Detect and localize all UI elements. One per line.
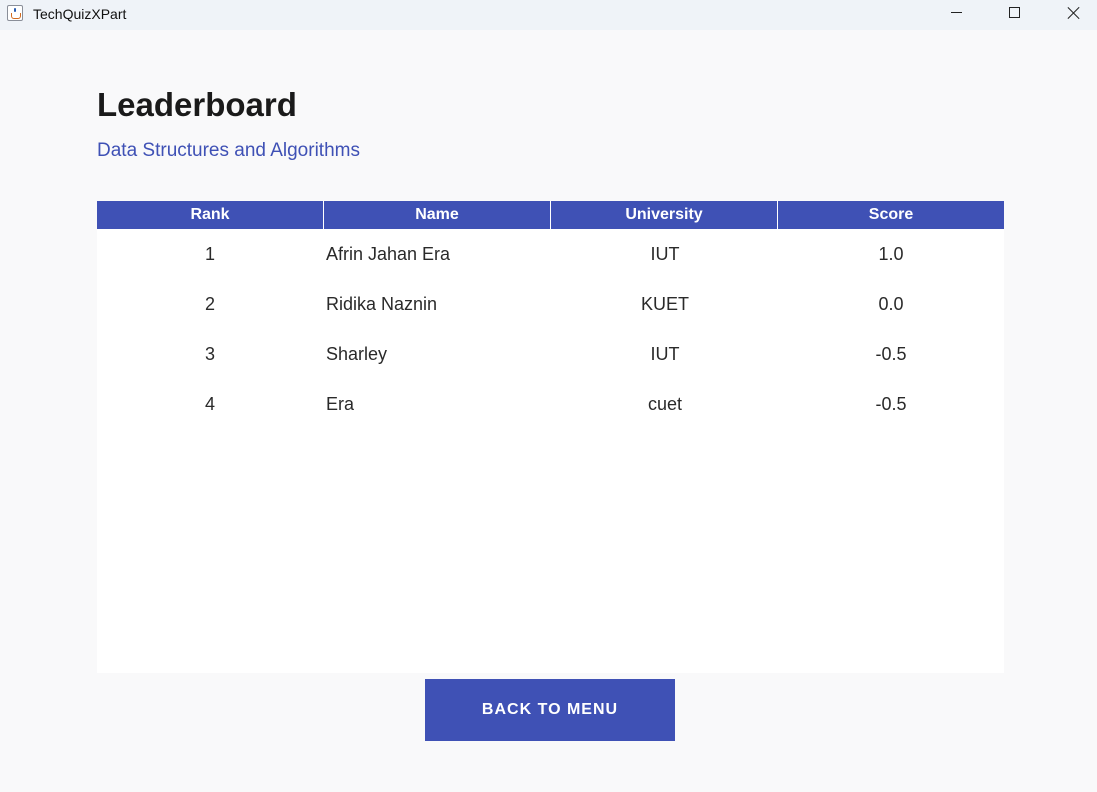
maximize-icon xyxy=(1009,7,1020,18)
table-row[interactable]: 3 Sharley IUT -0.5 xyxy=(97,329,1004,379)
column-header-university[interactable]: University xyxy=(551,201,778,229)
column-header-score[interactable]: Score xyxy=(778,201,1004,229)
table-row[interactable]: 1 Afrin Jahan Era IUT 1.0 xyxy=(97,229,1004,279)
score-cell: 1.0 xyxy=(878,243,904,264)
table-header: Rank Name University Score xyxy=(97,201,1004,229)
name-cell: Ridika Naznin xyxy=(326,293,438,314)
score-cell: -0.5 xyxy=(875,393,907,414)
table-row[interactable]: 2 Ridika Naznin KUET 0.0 xyxy=(97,279,1004,329)
name-cell: Sharley xyxy=(326,343,388,364)
minimize-button[interactable] xyxy=(935,0,981,30)
quiz-topic-subtitle: Data Structures and Algorithms xyxy=(97,140,360,161)
score-cell: 0.0 xyxy=(878,293,904,314)
back-to-menu-button[interactable]: BACK TO MENU xyxy=(425,679,675,741)
name-cell: Afrin Jahan Era xyxy=(326,243,451,264)
rank-cell: 1 xyxy=(204,243,215,264)
java-cup-icon xyxy=(7,5,23,21)
maximize-button[interactable] xyxy=(992,0,1038,30)
rank-cell: 2 xyxy=(204,293,215,314)
table-row[interactable]: 4 Era cuet -0.5 xyxy=(97,379,1004,429)
window-title: TechQuizXPart xyxy=(33,6,127,22)
close-button[interactable] xyxy=(1051,0,1097,30)
minimize-icon xyxy=(951,12,962,13)
university-cell: IUT xyxy=(650,243,680,264)
score-cell: -0.5 xyxy=(875,343,907,364)
rank-cell: 4 xyxy=(204,393,215,414)
name-cell: Era xyxy=(326,393,355,414)
leaderboard-table: Rank Name University Score 1 Afrin Jahan… xyxy=(97,201,1004,673)
rank-cell: 3 xyxy=(204,343,215,364)
university-cell: KUET xyxy=(640,293,689,314)
title-bar[interactable]: TechQuizXPart xyxy=(0,0,1097,30)
column-header-rank[interactable]: Rank xyxy=(97,201,324,229)
app-window: TechQuizXPart Leaderboard Data Structure… xyxy=(0,0,1097,792)
table-body: 1 Afrin Jahan Era IUT 1.0 2 Ridika Nazni… xyxy=(97,229,1004,429)
university-cell: IUT xyxy=(650,343,680,364)
university-cell: cuet xyxy=(647,393,683,414)
column-header-name[interactable]: Name xyxy=(324,201,551,229)
page-title: Leaderboard xyxy=(97,86,297,123)
close-icon xyxy=(1067,6,1081,20)
